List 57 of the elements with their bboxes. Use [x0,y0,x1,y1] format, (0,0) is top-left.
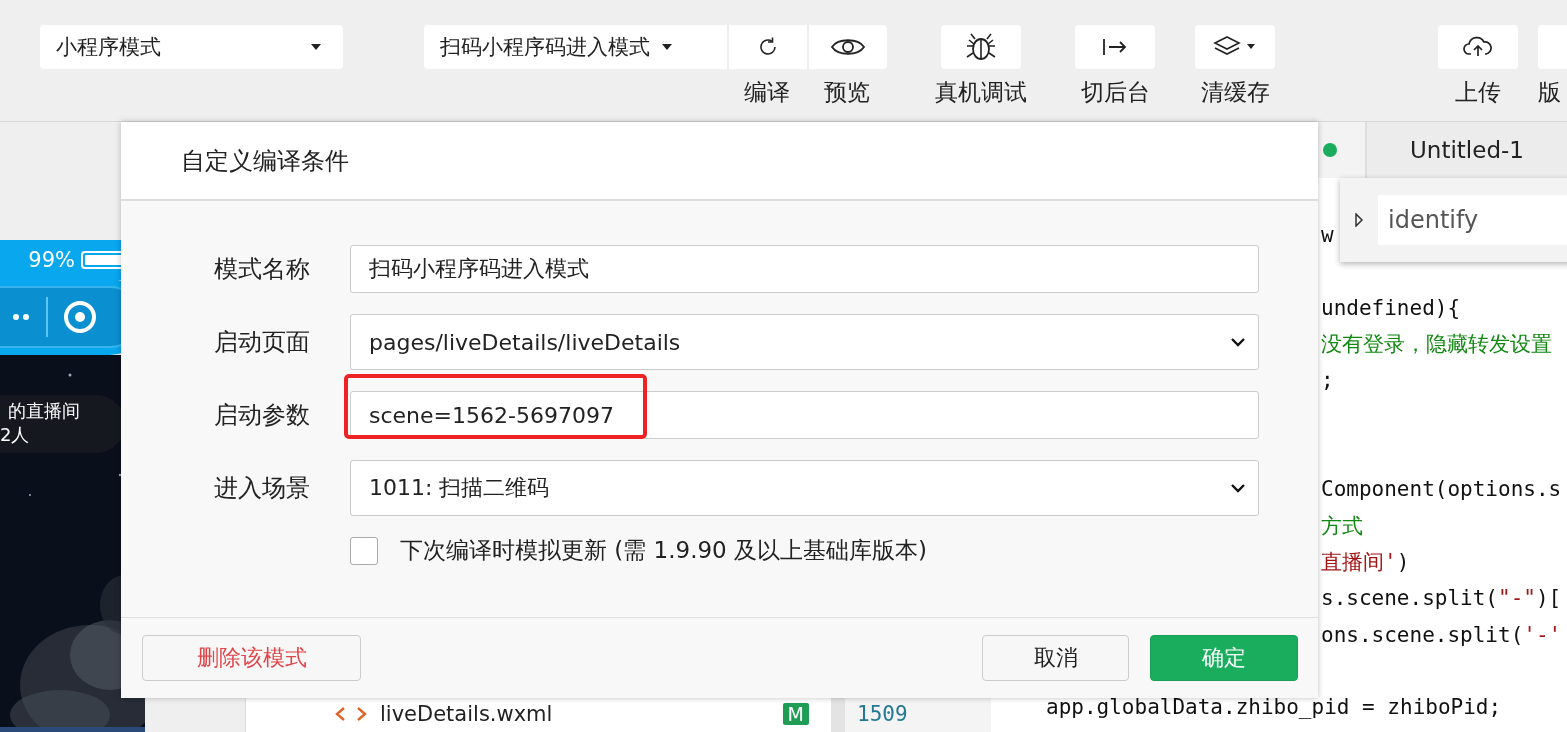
tool-label: 清缓存 [1200,78,1270,107]
chevron-down-icon [1230,337,1246,347]
eye-icon [830,36,866,58]
select-field[interactable]: pages/liveDetails/liveDetails [350,314,1259,370]
viewer-count: 2人 [0,423,31,447]
code-line: app.globalData.zhibo_pid = zhiboPid; [1046,694,1502,722]
expand-icon[interactable] [1354,213,1364,227]
tool-label: 预览 [824,78,870,107]
code-line: 直播间') [1321,548,1410,576]
checkbox[interactable] [350,536,378,565]
code-line: w [1321,222,1334,250]
code-line: 方式 [1321,512,1363,540]
mode-select[interactable]: 小程序模式 [40,25,343,69]
search-field[interactable]: identify [1378,195,1567,245]
caret-icon [311,44,321,50]
tool-label: 编译 [744,78,790,107]
exit-arrow-icon [1101,36,1129,58]
input-field[interactable]: 扫码小程序码进入模式 [350,245,1259,293]
modified-badge: M [782,703,809,725]
battery-percent: 99% [28,248,75,272]
input-field[interactable]: scene=1562-5697097 [350,391,1259,439]
code-line: ons.scene.split('-' [1321,621,1562,649]
code-file-icon [334,706,368,722]
cancel-button[interactable]: 取消 [982,635,1129,681]
editor-tab[interactable]: Untitled-1 [1365,122,1567,178]
tool-label: 真机调试 [935,78,1027,107]
cloud-upload-icon [1463,36,1493,58]
background-button[interactable] [1075,25,1155,69]
caret-icon [662,44,672,50]
debug-button[interactable] [941,25,1021,69]
field-label: 启动页面 [213,327,310,358]
field-label: 进入场景 [213,473,310,504]
tool-label: 版 [1538,78,1561,107]
upload-button[interactable] [1438,25,1518,69]
more-icon [12,312,32,322]
file-item[interactable]: liveDetails.wxml M [246,696,831,732]
chevron-down-icon [1230,483,1246,493]
field-label: 模式名称 [213,254,310,285]
target-icon [62,299,98,335]
field-label: 启动参数 [213,400,310,431]
tool-label: 上传 [1455,78,1501,107]
code-line: s.scene.split("-")[ [1321,585,1562,613]
code-line: 没有登录，隐藏转发设置 [1321,331,1552,359]
dialog-title: 自定义编译条件 [181,145,349,177]
select-field[interactable]: 1011: 扫描二维码 [350,460,1259,516]
code-line: undefined){ [1321,294,1461,322]
line-number: 1509 [856,702,909,726]
checkbox-label: 下次编译时模拟更新 (需 1.9.90 及以上基础库版本) [400,536,928,565]
tool-label: 切后台 [1080,78,1150,107]
code-line: ; [1321,367,1334,395]
room-title: 的直播间 [8,399,81,423]
compile-select[interactable]: 扫码小程序码进入模式 [424,25,727,69]
preview-button[interactable] [807,25,887,69]
cache-button[interactable] [1195,25,1275,69]
bug-icon [964,32,998,62]
code-line: Component(options.s [1321,476,1562,504]
delete-button[interactable]: 删除该模式 [142,635,361,681]
